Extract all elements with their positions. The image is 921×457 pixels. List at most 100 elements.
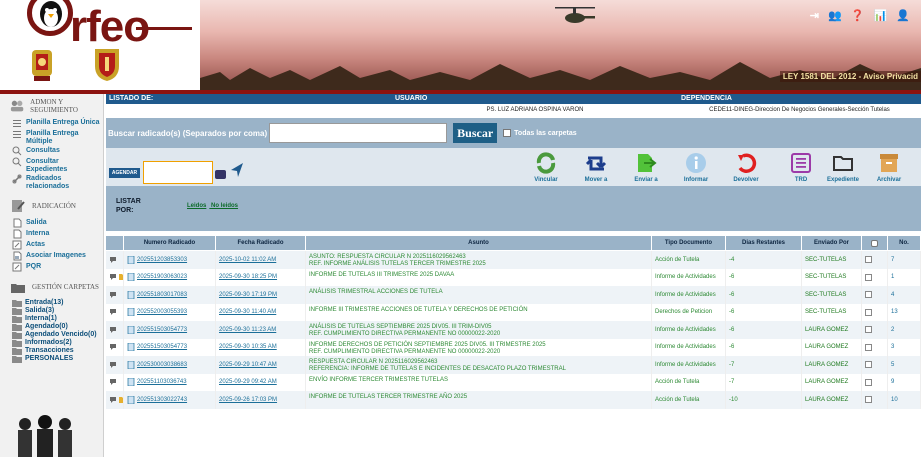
- header-icons[interactable]: [106, 236, 124, 250]
- radicado-link[interactable]: 202551903063023: [124, 268, 216, 286]
- asunto-text[interactable]: INFORME III TRIMESTRE ACCIONES DE TUTELA…: [306, 303, 652, 321]
- ley-link[interactable]: LEY 1581 DEL 2012 - Aviso Privacid: [779, 71, 921, 82]
- header-asunto[interactable]: Asunto: [306, 236, 652, 250]
- comment-icon[interactable]: [109, 378, 117, 386]
- asunto-text[interactable]: INFORME DE TUTELAS III TRIMESTRE 2025 DA…: [306, 268, 652, 286]
- no-leidos-link[interactable]: No leidos: [211, 203, 238, 209]
- table-row[interactable]: 202551303022743 2025-09-26 17:03 PM INFORM…: [106, 391, 921, 409]
- row-checkbox[interactable]: [865, 256, 872, 264]
- help-icon[interactable]: ❓: [851, 10, 868, 22]
- row-checkbox[interactable]: [865, 396, 872, 404]
- mover-button[interactable]: Mover a: [571, 152, 621, 183]
- row-select-cell[interactable]: [862, 286, 888, 304]
- folder-entrada[interactable]: Entrada(13): [0, 299, 103, 307]
- asunto-text[interactable]: ASUNTO: RESPUESTA CIRCULAR N 20251160295…: [306, 251, 652, 269]
- comment-icon[interactable]: [109, 326, 117, 334]
- table-row[interactable]: 202551803017083 2025-09-30 17:19 PM ANÁLIS…: [106, 286, 921, 304]
- radicado-link[interactable]: 202551203853303: [124, 251, 216, 269]
- row-checkbox[interactable]: [865, 361, 872, 369]
- fecha-link[interactable]: 2025-09-26 17:03 PM: [216, 391, 306, 409]
- agendar-input[interactable]: [143, 161, 213, 184]
- fecha-link[interactable]: 2025-10-02 11:02 AM: [216, 251, 306, 269]
- fecha-link[interactable]: 2025-09-30 18:25 PM: [216, 268, 306, 286]
- folder-salida[interactable]: Salida(3): [0, 307, 103, 315]
- radicado-link[interactable]: 202551303022743: [124, 391, 216, 409]
- sidebar-item-actas[interactable]: Actas: [0, 240, 103, 251]
- stats-icon[interactable]: 📊: [874, 10, 891, 22]
- radicado-link[interactable]: 202551803017083: [124, 286, 216, 304]
- informar-button[interactable]: Informar: [671, 152, 721, 183]
- table-row[interactable]: 202551903063023 2025-09-30 18:25 PM INFORM…: [106, 268, 921, 286]
- header-no[interactable]: No.: [888, 236, 921, 250]
- user-icon[interactable]: 👤: [896, 10, 913, 22]
- row-select-cell[interactable]: [862, 251, 888, 269]
- comment-icon[interactable]: [109, 291, 117, 299]
- sidebar-item-asociar-imagenes[interactable]: Asociar Imagenes: [0, 251, 103, 262]
- devolver-button[interactable]: Devolver: [721, 152, 771, 183]
- row-checkbox[interactable]: [865, 343, 872, 351]
- comment-icon[interactable]: [109, 273, 117, 281]
- folder-informados[interactable]: Informados(2): [0, 339, 103, 347]
- header-dias-restantes[interactable]: Dias Restantes: [726, 236, 802, 250]
- fecha-link[interactable]: 2025-09-30 11:23 AM: [216, 321, 306, 339]
- comment-icon[interactable]: [109, 396, 117, 404]
- leidos-link[interactable]: Leidos: [187, 203, 206, 209]
- folder-interna[interactable]: Interna(1): [0, 315, 103, 323]
- folder-agendado[interactable]: Agendado(0): [0, 323, 103, 331]
- sidebar-item-consultar-expedientes[interactable]: Consultar Expedientes: [0, 157, 103, 174]
- sidebar-item-planilla-multiple[interactable]: Planilla Entrega Múltiple: [0, 130, 103, 146]
- asunto-text[interactable]: ANÁLISIS DE TUTELAS SEPTIEMBRE 2025 DIV0…: [306, 321, 652, 339]
- row-checkbox[interactable]: [865, 378, 872, 386]
- select-all-checkbox[interactable]: [871, 239, 878, 247]
- row-select-cell[interactable]: [862, 268, 888, 286]
- calendar-icon[interactable]: [215, 170, 226, 179]
- comment-icon[interactable]: [109, 361, 117, 369]
- sidebar-item-consultas[interactable]: Consultas: [0, 146, 103, 157]
- header-numero-radicado[interactable]: Numero Radicado: [124, 236, 216, 250]
- row-select-cell[interactable]: [862, 391, 888, 409]
- sidebar-item-salida[interactable]: Salida: [0, 218, 103, 229]
- asunto-text[interactable]: INFORME DE TUTELAS TERCER TRIMESTRE AÑO …: [306, 391, 652, 409]
- row-select-cell[interactable]: [862, 338, 888, 356]
- send-arrow-icon[interactable]: [230, 162, 244, 178]
- logout-icon[interactable]: ⇥: [810, 10, 822, 22]
- comment-icon[interactable]: [109, 256, 117, 264]
- asunto-text[interactable]: ENVÍO INFORME TERCER TRIMESTRE TUTELAS: [306, 373, 652, 391]
- sidebar-item-pqr[interactable]: PQR: [0, 262, 103, 273]
- radicado-link[interactable]: 202551503054773: [124, 321, 216, 339]
- row-select-cell[interactable]: [862, 356, 888, 374]
- fecha-link[interactable]: 2025-09-29 10:47 AM: [216, 356, 306, 374]
- archivar-button[interactable]: Archivar: [864, 152, 914, 183]
- row-checkbox[interactable]: [865, 273, 872, 281]
- all-folders-checkbox[interactable]: [503, 129, 512, 137]
- row-checkbox[interactable]: [865, 308, 872, 316]
- row-checkbox[interactable]: [865, 326, 872, 334]
- header-enviado-por[interactable]: Enviado Por: [802, 236, 862, 250]
- search-input[interactable]: [269, 123, 448, 143]
- vincular-button[interactable]: Vincular: [521, 152, 571, 183]
- folder-transacciones[interactable]: Transacciones: [0, 347, 103, 355]
- comment-icon[interactable]: [109, 343, 117, 351]
- radicado-link[interactable]: 202551103036743: [124, 373, 216, 391]
- table-row[interactable]: 202551503054773 2025-09-30 10:35 AM INFORM…: [106, 338, 921, 356]
- table-row[interactable]: 202530003038683 2025-09-29 10:47 AM RESPUE…: [106, 356, 921, 374]
- agendar-button[interactable]: AGENDAR: [109, 168, 140, 178]
- radicado-link[interactable]: 202552003055393: [124, 303, 216, 321]
- expediente-button[interactable]: Expediente: [818, 152, 868, 183]
- table-row[interactable]: 202551103036743 2025-09-29 09:42 AM ENVÍO …: [106, 373, 921, 391]
- header-tipo-documento[interactable]: Tipo Documento: [652, 236, 726, 250]
- fecha-link[interactable]: 2025-09-30 11:40 AM: [216, 303, 306, 321]
- asunto-text[interactable]: INFORME DERECHOS DE PETICIÓN SEPTIEMBRE …: [306, 338, 652, 356]
- row-select-cell[interactable]: [862, 373, 888, 391]
- fecha-link[interactable]: 2025-09-29 09:42 AM: [216, 373, 306, 391]
- folder-agendado-vencido[interactable]: Agendado Vencido(0): [0, 331, 103, 339]
- table-row[interactable]: 202552003055393 2025-09-30 11:40 AM INFORM…: [106, 303, 921, 321]
- comment-icon[interactable]: [109, 308, 117, 316]
- top-icons[interactable]: ⇥ 👥 ❓ 📊 👤: [810, 9, 913, 22]
- fecha-link[interactable]: 2025-09-30 17:19 PM: [216, 286, 306, 304]
- row-checkbox[interactable]: [865, 291, 872, 299]
- asunto-text[interactable]: RESPUESTA CIRCULAR N 2025116029562463 RE…: [306, 356, 652, 374]
- fecha-link[interactable]: 2025-09-30 10:35 AM: [216, 338, 306, 356]
- row-select-cell[interactable]: [862, 321, 888, 339]
- enviar-button[interactable]: Enviar a: [621, 152, 671, 183]
